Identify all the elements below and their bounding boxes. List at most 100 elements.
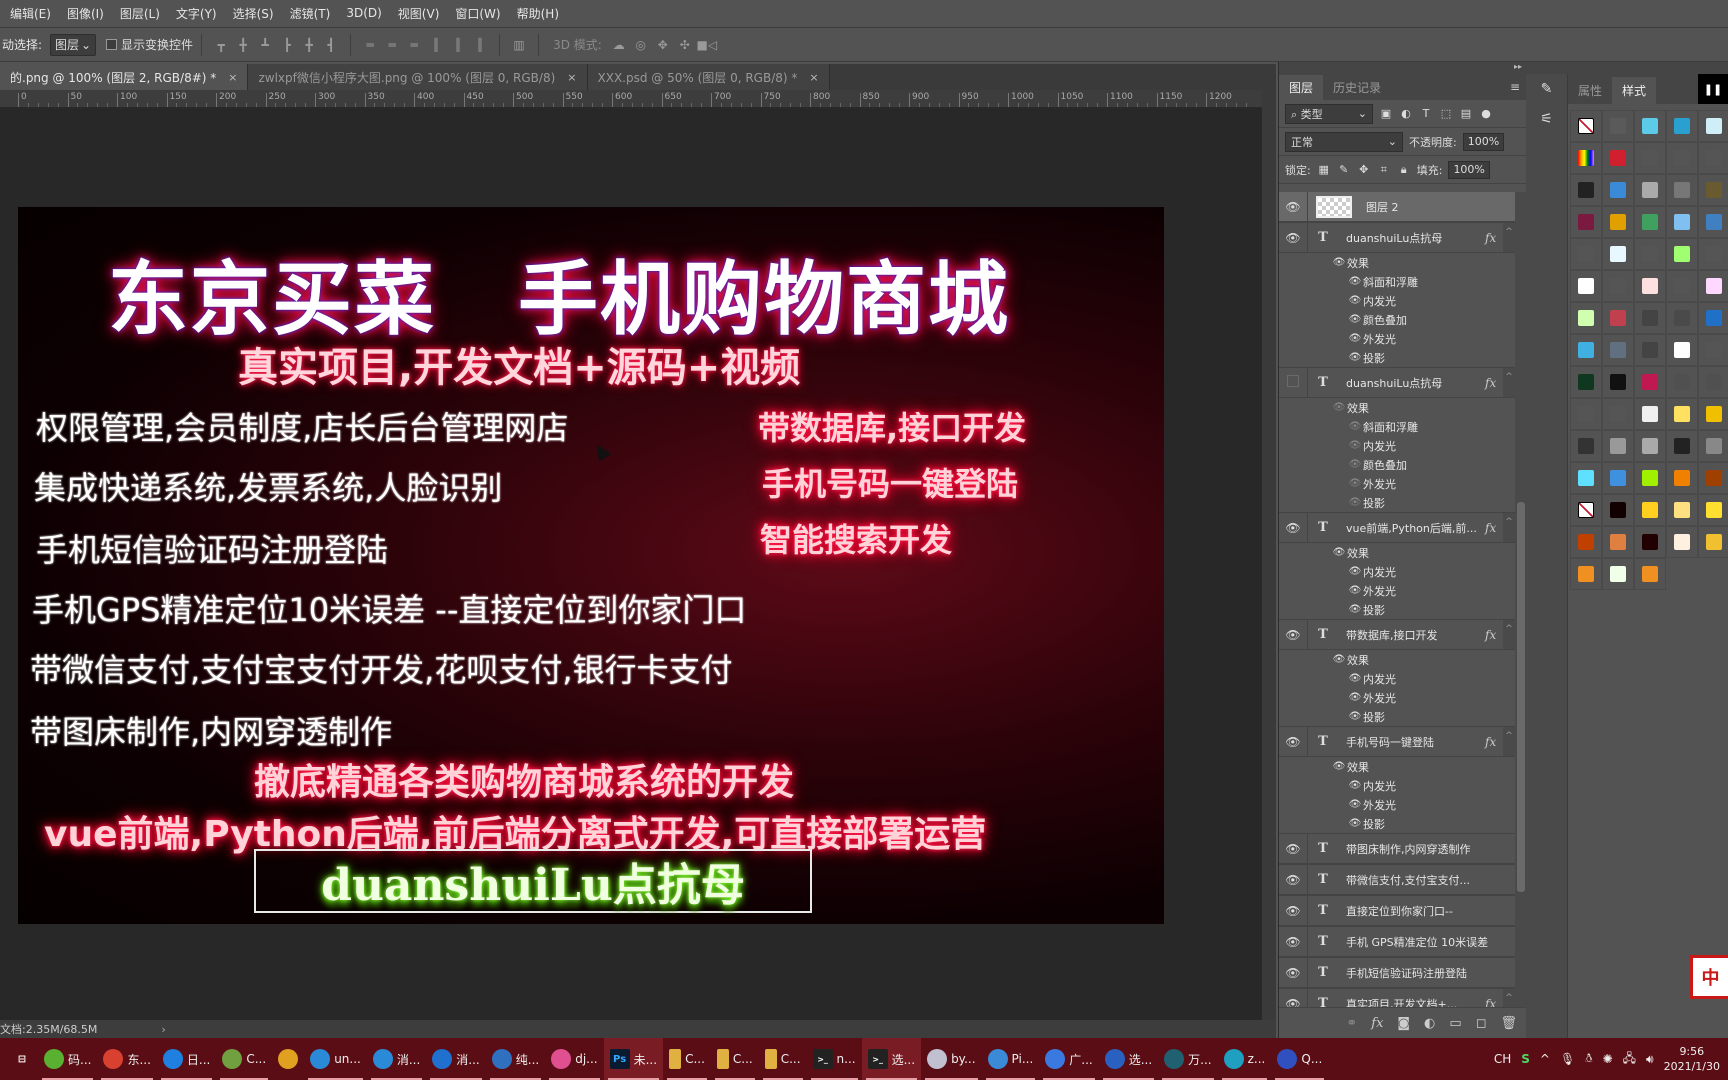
effect-item[interactable]: 👁︎ 外发光 xyxy=(1279,329,1515,348)
lock-transparent-icon[interactable]: ▦ xyxy=(1317,163,1331,177)
layer-name[interactable]: duanshuiLu点抗母 xyxy=(1338,230,1485,246)
eye-icon[interactable]: 👁︎ xyxy=(1347,818,1363,829)
menu-item[interactable]: 滤镜(T) xyxy=(282,5,339,22)
taskbar-item[interactable]: ⊟ xyxy=(6,1038,38,1080)
style-swatch[interactable] xyxy=(1570,526,1602,558)
eye-icon[interactable]: 👁︎ xyxy=(1347,276,1363,287)
eye-icon[interactable]: 👁︎ xyxy=(1279,521,1307,535)
style-swatch[interactable] xyxy=(1666,270,1698,302)
taskbar-item[interactable]: 万... xyxy=(1158,1038,1217,1080)
taskbar-item[interactable]: C... xyxy=(216,1038,272,1080)
layer-row[interactable]: 👁︎ TduanshuiLu点抗母 fx ^ xyxy=(1279,223,1515,253)
pause-icon[interactable]: ❚❚ xyxy=(1698,74,1728,104)
document-tab[interactable]: zwlxpf微信小程序大图.png @ 100% (图层 0, RGB/8) × xyxy=(248,64,588,90)
layer-row[interactable]: 👁︎ T 带数据库,接口开发 fx ^ xyxy=(1279,620,1515,650)
style-swatch[interactable] xyxy=(1570,238,1602,270)
distribute-bottom-icon[interactable]: ═ xyxy=(403,35,425,55)
eye-icon[interactable]: 👁︎ xyxy=(1279,904,1307,918)
style-swatch[interactable] xyxy=(1602,462,1634,494)
layer-name[interactable]: 真实项目,开发文档+... xyxy=(1338,996,1485,1008)
style-swatch[interactable] xyxy=(1602,558,1634,590)
layer-item[interactable]: 👁︎ 图层 2 xyxy=(1279,192,1515,223)
qq-icon[interactable]: 🐧︎ xyxy=(1585,1051,1592,1067)
fx-icon[interactable]: fx xyxy=(1485,231,1503,245)
layer-item[interactable]: 👁︎ T 带图床制作,内网穿透制作 xyxy=(1279,834,1515,865)
layer-row[interactable]: 👁︎ T 直接定位到你家门口-- xyxy=(1279,896,1515,926)
effect-item[interactable]: 👁︎ 投影 xyxy=(1279,348,1515,367)
3d-camera-icon[interactable]: ■◁ xyxy=(696,35,718,55)
opacity-input[interactable]: 100% xyxy=(1462,132,1505,151)
style-swatch[interactable] xyxy=(1666,398,1698,430)
style-swatch[interactable] xyxy=(1634,110,1666,142)
taskbar-item[interactable] xyxy=(272,1038,304,1080)
sogou-tray-icon[interactable]: S xyxy=(1521,1052,1530,1066)
effect-item[interactable]: 👁︎ 内发光 xyxy=(1279,436,1515,455)
effect-item[interactable]: 👁︎ 外发光 xyxy=(1279,474,1515,493)
layer-row[interactable]: 👁︎ T 真实项目,开发文档+... fx ^ xyxy=(1279,989,1515,1007)
status-menu-arrow[interactable]: › xyxy=(161,1023,165,1036)
style-swatch[interactable] xyxy=(1634,366,1666,398)
volume-icon[interactable]: 🔊︎ xyxy=(1646,1052,1654,1067)
layer-item[interactable]: 👁︎ T 真实项目,开发文档+... fx ^ xyxy=(1279,989,1515,1007)
adjustments-icon[interactable]: ⚟ xyxy=(1526,104,1567,134)
tab-styles[interactable]: 样式 xyxy=(1612,77,1657,104)
effect-item[interactable]: 👁︎ 内发光 xyxy=(1279,562,1515,581)
align-hcenter-icon[interactable]: ╋ xyxy=(298,35,320,55)
style-swatch[interactable] xyxy=(1634,462,1666,494)
layer-name[interactable]: 直接定位到你家门口-- xyxy=(1338,903,1515,919)
style-swatch[interactable] xyxy=(1570,110,1602,142)
menu-item[interactable]: 编辑(E) xyxy=(2,5,59,22)
style-swatch[interactable] xyxy=(1634,206,1666,238)
style-swatch[interactable] xyxy=(1666,430,1698,462)
show-transform-checkbox[interactable]: 显示变换控件 xyxy=(106,36,193,53)
style-swatch[interactable] xyxy=(1570,494,1602,526)
lock-artboard-icon[interactable]: ⌗ xyxy=(1377,163,1391,177)
layer-item[interactable]: 👁︎ Tvue前端,Python后端,前... fx ^ 👁︎ 效果 👁︎ 内发光 👁︎ 外发光 👁… xyxy=(1279,513,1515,620)
fx-icon[interactable]: fx xyxy=(1485,628,1503,642)
menu-item[interactable]: 图层(L) xyxy=(112,5,168,22)
taskbar-item[interactable]: C... xyxy=(663,1038,711,1080)
tab-layers[interactable]: 图层 xyxy=(1279,75,1324,100)
taskbar-item[interactable]: Pi... xyxy=(982,1038,1040,1080)
fx-icon[interactable]: fx xyxy=(1485,521,1503,535)
menu-item[interactable]: 选择(S) xyxy=(225,5,282,22)
eye-icon[interactable]: 👁︎ xyxy=(1279,873,1307,887)
eye-icon[interactable]: 👁︎ xyxy=(1347,692,1363,703)
style-swatch[interactable] xyxy=(1666,526,1698,558)
collapse-effects-icon[interactable]: ^ xyxy=(1503,989,1515,1007)
close-icon[interactable]: × xyxy=(567,71,576,84)
taskbar-item[interactable]: 消... xyxy=(426,1038,485,1080)
new-layer-icon[interactable]: ◻ xyxy=(1476,1016,1487,1031)
visibility-toggle[interactable] xyxy=(1279,375,1307,390)
style-swatch[interactable] xyxy=(1602,494,1634,526)
layer-item[interactable]: 👁︎ T 手机短信验证码注册登陆 xyxy=(1279,958,1515,989)
canvas-workspace[interactable]: 东京买菜 手机购物商城 真实项目,开发文档+源码+视频 权限管理,会员制度,店长… xyxy=(0,108,1262,1020)
style-swatch[interactable] xyxy=(1634,558,1666,590)
new-group-icon[interactable]: ▭ xyxy=(1449,1016,1461,1031)
layer-row[interactable]: 👁︎ T 手机 GPS精准定位 10米误差 xyxy=(1279,927,1515,957)
style-swatch[interactable] xyxy=(1634,142,1666,174)
effect-item[interactable]: 👁︎ 投影 xyxy=(1279,814,1515,833)
effect-item[interactable]: 👁︎ 外发光 xyxy=(1279,795,1515,814)
style-swatch[interactable] xyxy=(1602,366,1634,398)
panel-menu-icon[interactable]: ≡ xyxy=(1510,80,1520,94)
language-indicator[interactable]: CH xyxy=(1494,1052,1511,1066)
eye-icon[interactable]: 👁︎ xyxy=(1279,628,1307,642)
lock-image-icon[interactable]: ✎ xyxy=(1337,163,1351,177)
eye-icon[interactable]: 👁︎ xyxy=(1347,673,1363,684)
effect-item[interactable]: 👁︎ 投影 xyxy=(1279,493,1515,512)
style-swatch[interactable] xyxy=(1698,430,1728,462)
style-swatch[interactable] xyxy=(1602,174,1634,206)
layer-row[interactable]: 👁︎ T 带微信支付,支付宝支付... xyxy=(1279,865,1515,895)
taskbar-item[interactable]: >_ 选... xyxy=(861,1038,922,1080)
taskbar-item[interactable]: 选... xyxy=(1099,1038,1158,1080)
eye-icon[interactable]: 👁︎ xyxy=(1331,402,1347,413)
style-swatch[interactable] xyxy=(1698,366,1728,398)
effects-header[interactable]: 👁︎ 效果 xyxy=(1279,543,1515,562)
panel-collapse-bar[interactable] xyxy=(1526,62,1728,74)
layer-row[interactable]: TduanshuiLu点抗母 fx ^ xyxy=(1279,368,1515,398)
close-icon[interactable]: × xyxy=(228,71,237,84)
menu-item[interactable]: 视图(V) xyxy=(390,5,448,22)
lock-position-icon[interactable]: ✥ xyxy=(1357,163,1371,177)
style-swatch[interactable] xyxy=(1602,142,1634,174)
